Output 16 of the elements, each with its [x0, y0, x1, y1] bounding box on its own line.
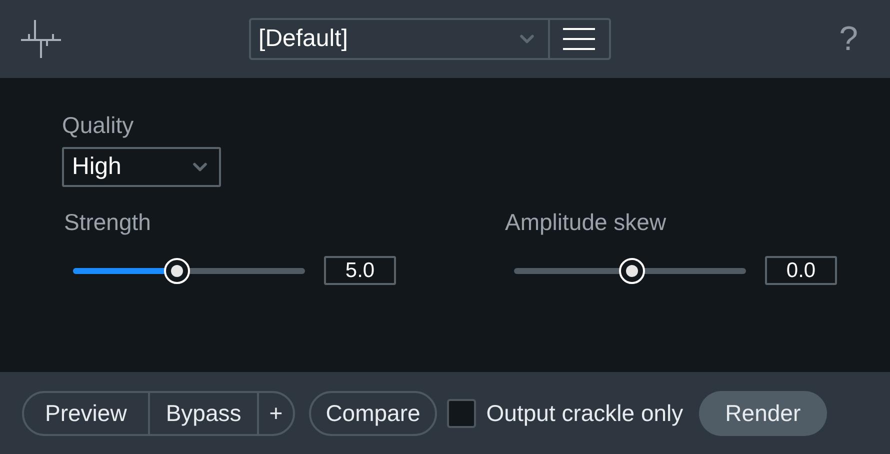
quality-dropdown[interactable]: High — [62, 147, 221, 187]
help-button[interactable]: ? — [839, 22, 870, 56]
slider-label: Strength — [64, 211, 152, 234]
checkbox-label: Output crackle only — [486, 398, 684, 428]
render-button[interactable]: Render — [699, 390, 827, 436]
logo-icon — [20, 19, 62, 59]
slider-label: Amplitude skew — [505, 211, 668, 234]
checkbox[interactable] — [447, 398, 476, 428]
toolbar-button[interactable]: + — [257, 392, 293, 434]
quality-label: Quality — [62, 114, 135, 137]
compare-button[interactable]: Compare — [308, 390, 438, 436]
value-field[interactable]: 0.0 — [765, 256, 837, 285]
value-field[interactable]: 5.0 — [324, 256, 396, 285]
toolbar-button[interactable]: Bypass — [148, 392, 258, 434]
toolbar-button[interactable]: Preview — [24, 392, 148, 434]
menu-icon — [563, 28, 596, 50]
